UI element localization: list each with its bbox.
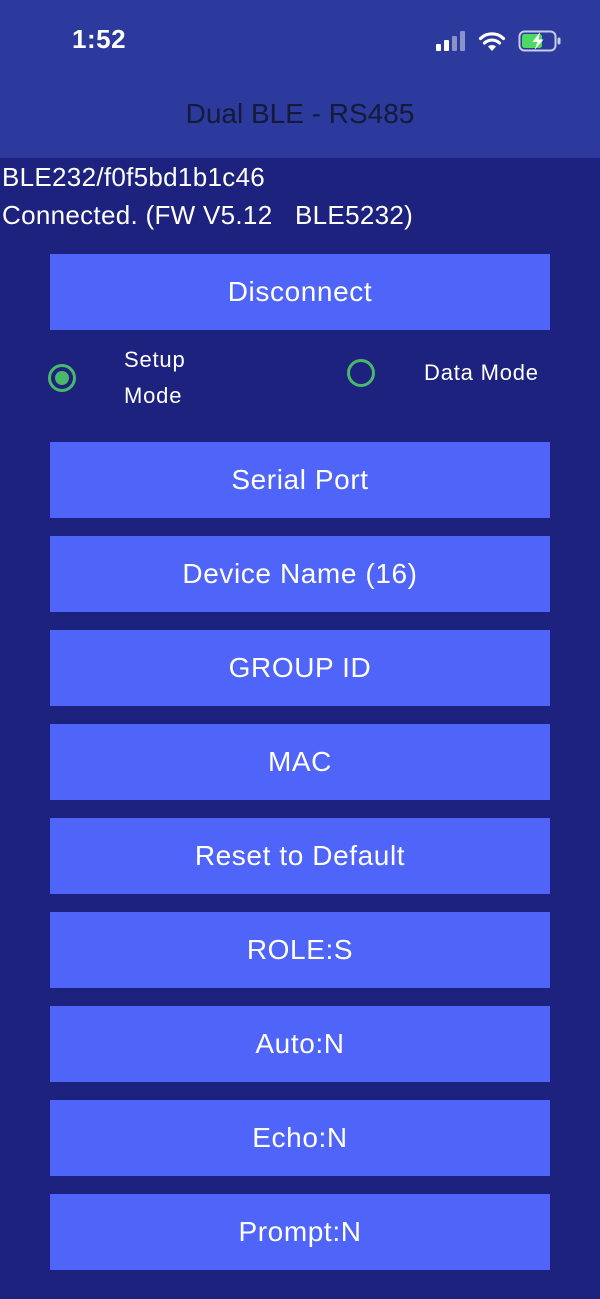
serial-port-button[interactable]: Serial Port bbox=[50, 442, 550, 518]
device-name-button[interactable]: Device Name (16) bbox=[50, 536, 550, 612]
status-icons bbox=[436, 28, 562, 54]
app-screen: 1:52 Dual BLE - RS485 BLE232/f0f5bd1b1c4… bbox=[0, 0, 600, 1299]
echo-button[interactable]: Echo:N bbox=[50, 1100, 550, 1176]
data-mode-radio[interactable] bbox=[347, 359, 375, 387]
role-button[interactable]: ROLE:S bbox=[50, 912, 550, 988]
connection-status: Connected. (FW V5.12 BLE5232) bbox=[2, 200, 414, 230]
reset-default-button[interactable]: Reset to Default bbox=[50, 818, 550, 894]
setup-mode-label-line1: Setup bbox=[124, 347, 186, 372]
device-address: BLE232/f0f5bd1b1c46 bbox=[2, 162, 266, 192]
battery-charging-icon bbox=[518, 30, 561, 52]
data-mode-label: Data Mode bbox=[424, 360, 539, 385]
setup-mode-label: Setup Mode bbox=[124, 342, 186, 414]
cellular-signal-icon bbox=[436, 31, 465, 51]
auto-button[interactable]: Auto:N bbox=[50, 1006, 550, 1082]
setup-mode-label-line2: Mode bbox=[124, 383, 183, 408]
disconnect-button[interactable]: Disconnect bbox=[50, 254, 550, 330]
wifi-icon bbox=[478, 32, 506, 51]
header: 1:52 Dual BLE - RS485 bbox=[0, 0, 600, 158]
prompt-button[interactable]: Prompt:N bbox=[50, 1194, 550, 1270]
mac-button[interactable]: MAC bbox=[50, 724, 550, 800]
status-time: 1:52 bbox=[72, 24, 127, 54]
setup-mode-radio[interactable] bbox=[48, 364, 76, 392]
group-id-button[interactable]: GROUP ID bbox=[50, 630, 550, 706]
nav-title: Dual BLE - RS485 bbox=[185, 98, 415, 129]
